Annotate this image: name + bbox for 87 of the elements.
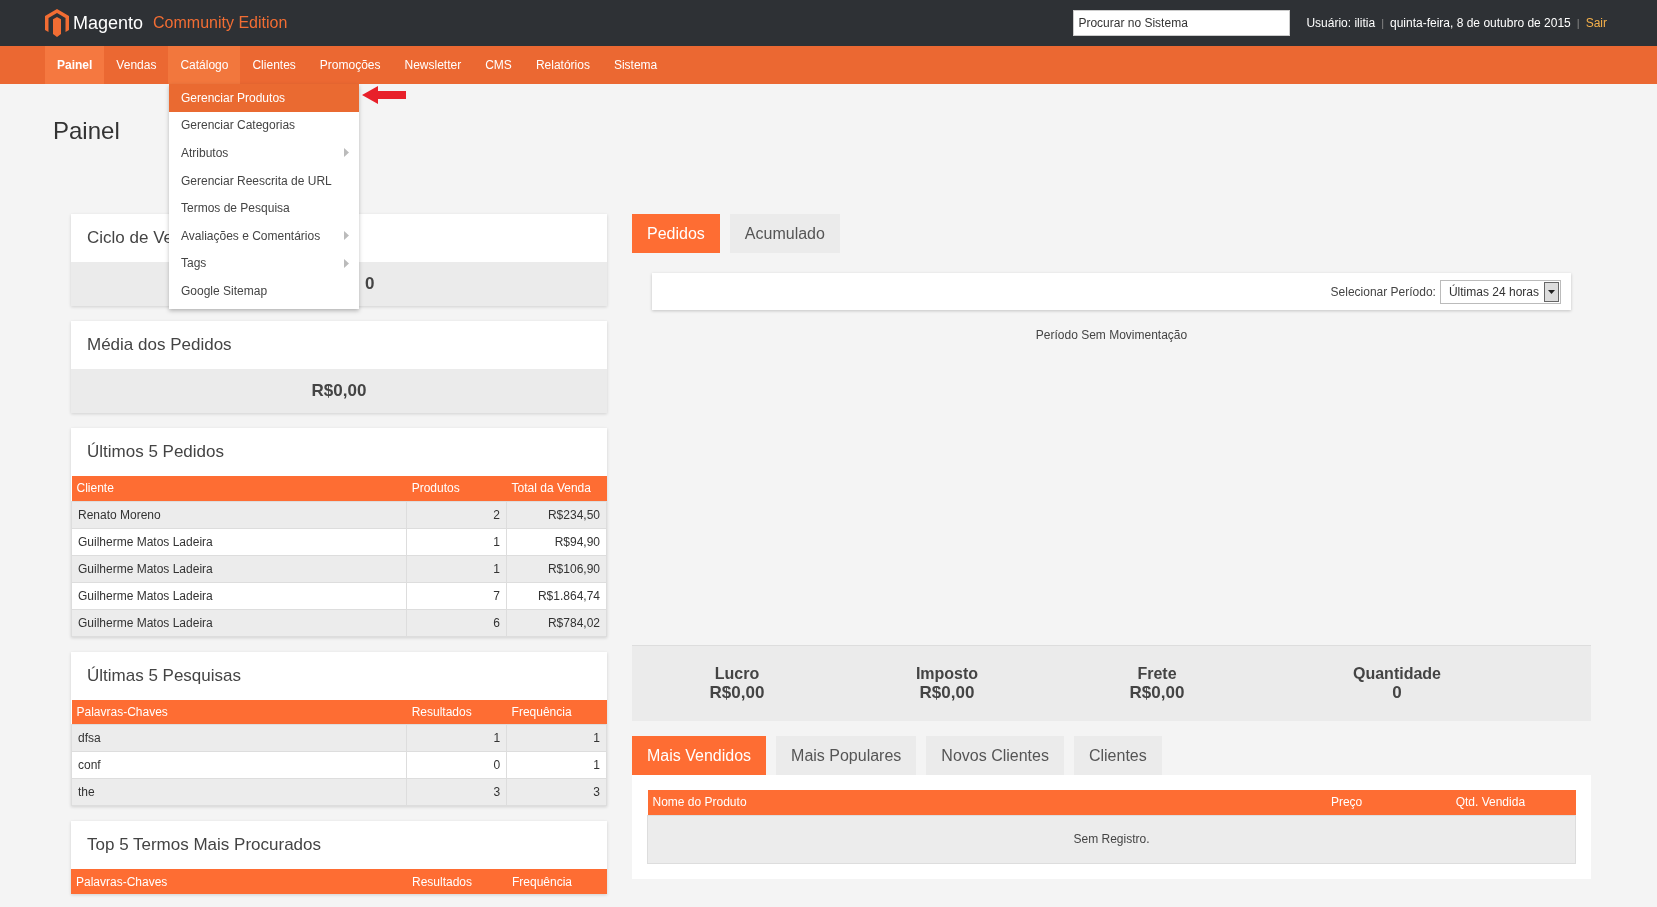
column-header: Cliente [71, 476, 407, 501]
column-header: Resultados [407, 869, 507, 894]
card-title: Últimos 5 Pedidos [87, 442, 224, 462]
table-cell: R$106,90 [506, 555, 607, 582]
edition-label: Community Edition [153, 14, 288, 32]
card-title: Top 5 Termos Mais Procurados [87, 835, 321, 855]
table-cell: 0 [406, 751, 507, 779]
column-header: Total da Venda [506, 476, 607, 501]
table-cell: 1 [506, 724, 607, 752]
caret-icon [344, 258, 349, 268]
caret-icon [344, 148, 349, 158]
date-label: quinta-feira, 8 de outubro de 2015 [1390, 16, 1571, 30]
table-cell: 7 [406, 582, 507, 609]
table-cell: Guilherme Matos Ladeira [71, 555, 407, 582]
nav-item[interactable]: Relatórios [523, 46, 602, 84]
table-cell: 3 [406, 778, 507, 806]
nav-item[interactable]: Clientes [240, 46, 308, 84]
table-cell: 2 [406, 501, 507, 528]
period-select[interactable]: Últimas 24 horas [1439, 279, 1561, 304]
product-tab[interactable]: Novos Clientes [926, 736, 1064, 775]
column-header: Resultados [406, 699, 507, 725]
column-header: Frequência [506, 699, 607, 725]
table-cell: conf [71, 751, 407, 779]
menu-item[interactable]: Avaliações e Comentários [169, 221, 359, 250]
table-cell: the [71, 778, 407, 806]
table-cell: dfsa [71, 724, 407, 752]
logout-link[interactable]: Sair [1585, 16, 1607, 30]
card-title: Últimas 5 Pesquisas [87, 665, 241, 686]
separator: | [1576, 17, 1580, 29]
caret-icon [344, 231, 349, 241]
menu-item[interactable]: Google Sitemap [169, 277, 359, 305]
logo-text: Magento [73, 12, 144, 34]
table-cell: R$94,90 [506, 528, 607, 555]
nav-item[interactable]: Sistema [601, 46, 670, 84]
table-cell: R$1.864,74 [506, 582, 607, 609]
nav-item[interactable]: Newsletter [392, 46, 474, 84]
logo-icon [45, 9, 69, 37]
menu-item[interactable]: Termos de Pesquisa [169, 194, 359, 222]
arrow-icon [362, 86, 406, 104]
total-value: R$0,00 [1129, 682, 1185, 703]
card-value: 0 [365, 274, 375, 294]
chart-tab[interactable]: Acumulado [729, 214, 840, 253]
column-header: Nome do Produto [647, 790, 1326, 815]
column-header: Preço [1325, 790, 1451, 815]
total-label: Quantidade [1353, 664, 1441, 683]
product-tab[interactable]: Mais Populares [776, 736, 917, 775]
page-title: Painel [53, 117, 120, 145]
table-cell: R$784,02 [506, 609, 607, 636]
menu-item[interactable]: Gerenciar Reescrita de URL [169, 166, 359, 195]
table-cell: Guilherme Matos Ladeira [71, 582, 407, 609]
total-label: Lucro [714, 664, 760, 683]
total-value: 0 [1392, 682, 1402, 703]
column-header: Qtd. Vendida [1450, 790, 1576, 815]
empty-message: Período Sem Movimentação [1034, 328, 1189, 342]
table-cell: 6 [406, 609, 507, 636]
nav-item[interactable]: CMS [473, 46, 524, 84]
total-value: R$0,00 [919, 682, 975, 703]
product-tab[interactable]: Clientes [1073, 736, 1162, 775]
nav-item[interactable]: Promoções [307, 46, 393, 84]
menu-item[interactable]: Gerenciar Categorias [169, 111, 359, 140]
user-label: Usuário: ilitia [1306, 16, 1376, 30]
table-cell: 1 [406, 555, 507, 582]
card-title: Média dos Pedidos [87, 335, 232, 355]
table-cell: Renato Moreno [71, 501, 407, 528]
card-value: R$0,00 [311, 381, 367, 401]
period-label: Selecionar Período: [1330, 284, 1436, 299]
table-cell: Guilherme Matos Ladeira [71, 609, 407, 636]
table-cell: 1 [406, 528, 507, 555]
table-cell: 1 [406, 724, 507, 752]
dropdown-icon [1548, 289, 1555, 294]
column-header: Produtos [406, 476, 507, 501]
column-header: Frequência [507, 869, 607, 894]
nav-item[interactable]: Vendas [104, 46, 169, 84]
table-cell: Guilherme Matos Ladeira [71, 528, 407, 555]
menu-item[interactable]: Tags [169, 249, 359, 278]
empty-cell: Sem Registro. [647, 815, 1576, 863]
menu-item[interactable]: Atributos [169, 139, 359, 167]
table-cell: R$234,50 [506, 501, 607, 528]
table-cell: 3 [506, 778, 607, 806]
table-cell: 1 [506, 751, 607, 779]
search-field[interactable]: Procurar no Sistema [1073, 10, 1291, 36]
total-label: Imposto [915, 664, 979, 683]
total-value: R$0,00 [709, 682, 765, 703]
column-header: Palavras-Chaves [71, 869, 407, 894]
column-header: Palavras-Chaves [71, 699, 407, 725]
total-label: Frete [1137, 664, 1177, 683]
separator: | [1381, 17, 1384, 29]
